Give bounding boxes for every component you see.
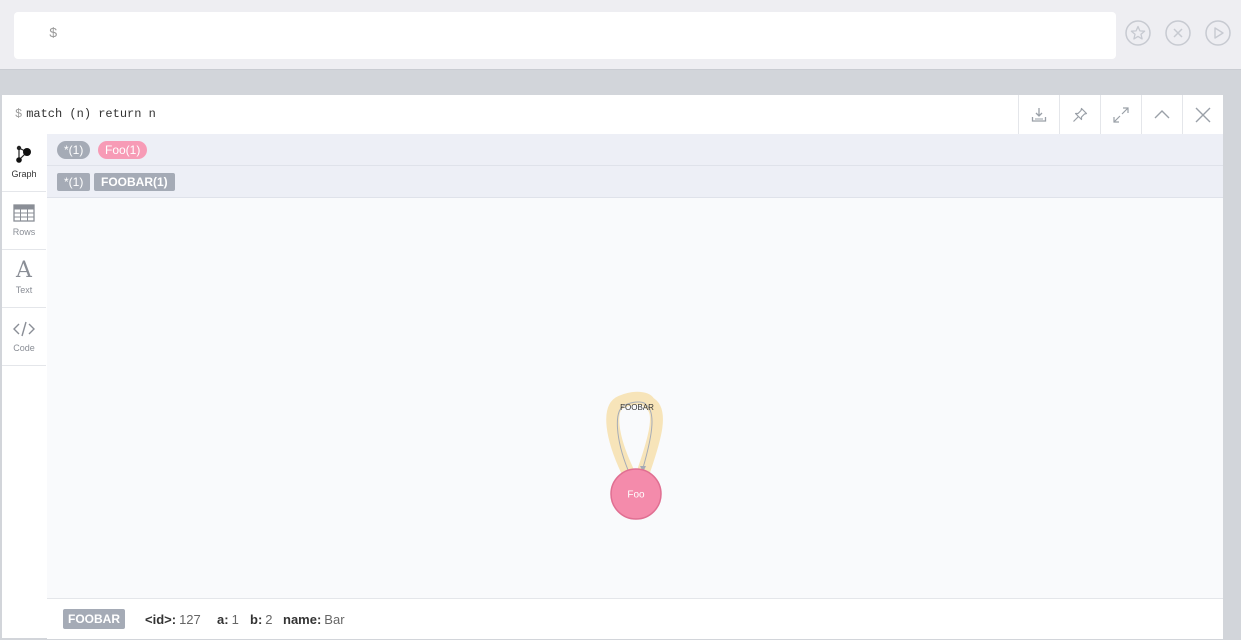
- close-icon: [1195, 107, 1211, 122]
- property-value: 1: [231, 612, 239, 627]
- legend-relationships-bar: *(1) FOOBAR(1): [47, 166, 1223, 198]
- legend-relationship-all[interactable]: *(1): [57, 173, 91, 191]
- sidebar-item-label: Text: [15, 285, 33, 295]
- inspector-property: <id>: 127: [145, 612, 201, 627]
- sidebar-item-graph[interactable]: Graph: [2, 134, 46, 192]
- legend-labels-bar: *(1) Foo(1): [47, 134, 1223, 166]
- property-key: name:: [283, 612, 322, 627]
- view-sidebar: Graph Rows A Text Code: [2, 134, 48, 638]
- editor-bar: $: [0, 0, 1241, 70]
- star-icon: [1125, 20, 1151, 46]
- node-caption: Foo: [627, 490, 645, 501]
- download-button[interactable]: [1018, 95, 1059, 134]
- graph-icon: [16, 145, 31, 163]
- clear-button[interactable]: [1165, 20, 1191, 46]
- fullscreen-button[interactable]: [1100, 95, 1141, 134]
- property-value: Bar: [324, 612, 345, 627]
- inspector-property: a: 1: [217, 612, 239, 627]
- close-button[interactable]: [1182, 95, 1223, 134]
- property-key: a:: [217, 612, 229, 627]
- sidebar-item-text[interactable]: A Text: [2, 250, 46, 308]
- legend-label-foo[interactable]: Foo(1): [98, 141, 148, 159]
- download-icon: [1031, 107, 1047, 122]
- sidebar-item-label: Code: [13, 343, 35, 353]
- inspector-property: name: Bar: [283, 612, 345, 627]
- legend-label-all[interactable]: *(1): [57, 141, 91, 159]
- table-icon: [13, 204, 35, 222]
- relationship-caption: FOOBAR: [620, 403, 654, 412]
- sidebar-item-rows[interactable]: Rows: [2, 192, 46, 250]
- inspector-bar: FOOBAR <id>: 127 a: 1 b: 2 name: Bar: [47, 598, 1223, 639]
- property-key: <id>:: [145, 612, 177, 627]
- expand-icon: [1113, 106, 1129, 123]
- frame-query[interactable]: $ match (n) return n: [15, 107, 156, 121]
- frame-query-text: match (n) return n: [26, 107, 156, 121]
- sidebar-item-label: Graph: [11, 169, 37, 179]
- pin-icon: [1073, 107, 1088, 122]
- graph-svg: FOOBAR Foo: [606, 391, 663, 520]
- run-button[interactable]: [1205, 20, 1231, 46]
- inspector-type-badge: FOOBAR: [63, 609, 125, 629]
- result-frame: $ match (n) return n Graph Rows A Text C…: [2, 95, 1223, 639]
- close-circle-icon: [1165, 20, 1191, 46]
- chevron-up-icon: [1154, 109, 1170, 118]
- favorite-button[interactable]: [1125, 20, 1151, 46]
- property-value: 2: [265, 612, 273, 627]
- play-icon: [1205, 20, 1231, 46]
- frame-prompt: $: [15, 107, 23, 121]
- property-key: b:: [250, 612, 263, 627]
- text-icon: A: [16, 258, 32, 283]
- sidebar-item-code[interactable]: Code: [2, 308, 46, 366]
- code-icon: [13, 321, 35, 337]
- inspector-property: b: 2: [250, 612, 273, 627]
- graph-canvas[interactable]: FOOBAR Foo: [47, 198, 1223, 598]
- pin-button[interactable]: [1059, 95, 1100, 134]
- frame-header: $ match (n) return n: [2, 95, 1223, 135]
- editor-prompt: $: [49, 26, 58, 42]
- legend-relationship-foobar[interactable]: FOOBAR(1): [94, 173, 175, 191]
- property-value: 127: [179, 612, 201, 627]
- collapse-button[interactable]: [1141, 95, 1182, 134]
- query-editor-input[interactable]: $: [14, 12, 1116, 59]
- sidebar-item-label: Rows: [12, 227, 36, 237]
